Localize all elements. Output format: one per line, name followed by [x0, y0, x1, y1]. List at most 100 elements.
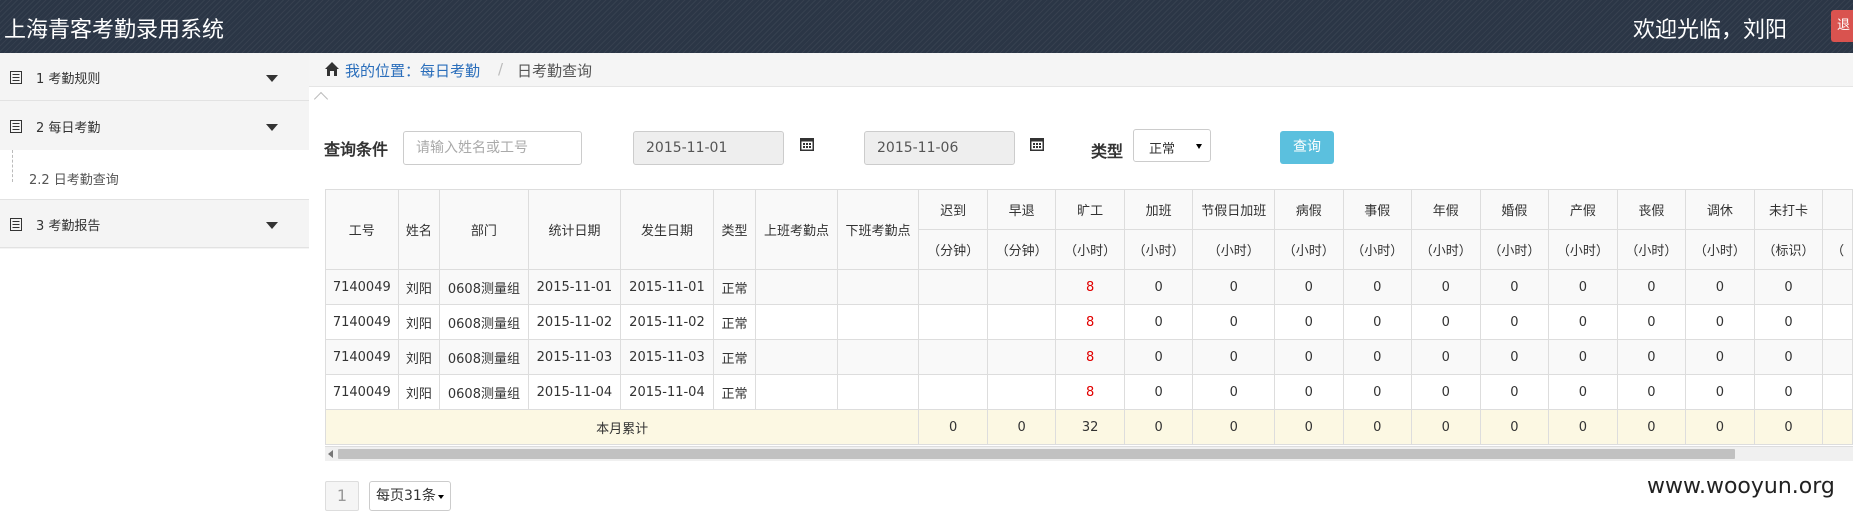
cell-stat: 8: [1055, 374, 1125, 410]
cell-stat: 0: [1411, 304, 1481, 340]
total-stat: [1822, 409, 1853, 445]
scroll-left-icon[interactable]: [328, 450, 333, 458]
cell-stat: 0: [1123, 374, 1194, 410]
cell-stat: 0: [1192, 269, 1275, 305]
total-stat: 0: [1548, 409, 1618, 445]
cell-stat: 8: [1055, 339, 1125, 375]
cell-stat: [1822, 269, 1853, 305]
cell-id: 7140049: [325, 339, 399, 375]
page-number-button[interactable]: 1: [325, 481, 359, 511]
cell-out-point: [836, 304, 920, 340]
tree-line: [12, 150, 14, 182]
column-unit: （标识）: [1753, 229, 1824, 270]
cell-name: 刘阳: [397, 339, 441, 375]
column-header: 丧假: [1616, 189, 1687, 230]
type-select[interactable]: 正常: [1133, 129, 1211, 162]
cell-stat: 0: [1479, 339, 1550, 375]
cell-stat: 0: [1273, 339, 1344, 375]
table-row: 7140049 刘阳 0608测量组 2015-11-04 2015-11-04 正常 8 0…: [325, 374, 1853, 410]
calendar-icon[interactable]: [1030, 137, 1044, 151]
column-unit: （小时）: [1342, 229, 1413, 270]
calendar-icon[interactable]: [800, 137, 814, 151]
cell-dept: 0608测量组: [439, 269, 529, 305]
column-unit: （分钟）: [918, 229, 988, 270]
cell-stat: 0: [1273, 304, 1344, 340]
scrollbar-thumb[interactable]: [338, 449, 1735, 459]
cell-stat: [918, 269, 988, 305]
total-stat: 0: [918, 409, 988, 445]
list-icon: [10, 71, 22, 84]
column-header: 发生日期: [620, 189, 714, 270]
page-size-select[interactable]: 每页31条: [369, 481, 451, 511]
cell-stat: 0: [1479, 304, 1550, 340]
breadcrumb-separator: /: [498, 60, 504, 78]
cell-type: 正常: [712, 374, 757, 410]
column-header: 统计日期: [527, 189, 622, 270]
sidebar-item-label: 1 考勤规则: [36, 72, 101, 87]
welcome-text: 欢迎光临，刘阳: [1632, 18, 1787, 43]
total-stat: 0: [1479, 409, 1550, 445]
cell-stat: 0: [1685, 339, 1755, 375]
cell-stat: 0: [1685, 374, 1755, 410]
sidebar-subitem-label: 2.2 日考勤查询: [29, 173, 119, 188]
cell-out-point: [836, 269, 920, 305]
total-stat: 0: [1192, 409, 1275, 445]
search-button[interactable]: 查询: [1280, 131, 1334, 164]
sidebar-item-daily-attendance[interactable]: 2 每日考勤: [0, 102, 309, 150]
cell-stat-date: 2015-11-04: [527, 374, 622, 410]
sidebar-item-attendance-report[interactable]: 3 考勤报告: [0, 200, 309, 248]
logout-button[interactable]: 退: [1831, 10, 1853, 42]
cell-stat: 0: [1753, 374, 1824, 410]
cell-stat: 0: [1411, 374, 1481, 410]
cell-stat: 0: [1342, 374, 1413, 410]
column-header: 事假: [1342, 189, 1413, 230]
name-search-input[interactable]: [403, 131, 582, 165]
column-header: 产假: [1548, 189, 1618, 230]
column-unit: （小时）: [1123, 229, 1194, 270]
date-from-input[interactable]: [633, 131, 784, 165]
caret-down-icon: [266, 222, 278, 229]
total-stat: 0: [1685, 409, 1755, 445]
cell-stat: [986, 304, 1057, 340]
total-stat: 0: [1616, 409, 1687, 445]
column-header: 未打卡: [1753, 189, 1824, 230]
cell-occur-date: 2015-11-01: [620, 269, 714, 305]
sidebar-subitem-daily-query[interactable]: 2.2 日考勤查询: [0, 150, 309, 200]
breadcrumb-link-daily-attendance[interactable]: 我的位置：每日考勤: [345, 60, 480, 81]
cell-dept: 0608测量组: [439, 304, 529, 340]
cell-occur-date: 2015-11-02: [620, 304, 714, 340]
cell-dept: 0608测量组: [439, 339, 529, 375]
sidebar: 1 考勤规则 2 每日考勤 2.2 日考勤查询 3 考勤报告: [0, 53, 309, 249]
attendance-table-wrapper: 工号 姓名 部门 统计日期 发生日期 类型 上班考勤点 下班考勤点 迟到 早退 旷工 加班 节假日加班病…: [325, 189, 1853, 446]
cell-stat: [986, 374, 1057, 410]
cell-stat: 0: [1548, 374, 1618, 410]
column-header: 早退: [986, 189, 1057, 230]
cell-stat: 0: [1753, 269, 1824, 305]
total-stat: 0: [1753, 409, 1824, 445]
cell-stat: 0: [1192, 374, 1275, 410]
date-to-input[interactable]: [864, 131, 1015, 165]
collapse-up-icon[interactable]: [313, 91, 329, 107]
column-header: 迟到: [918, 189, 988, 230]
column-unit: （小时）: [1548, 229, 1618, 270]
app-title[interactable]: 上海青客考勤录用系统: [4, 12, 224, 44]
horizontal-scrollbar[interactable]: [325, 446, 1853, 461]
total-stat: 0: [1411, 409, 1481, 445]
attendance-table: 工号 姓名 部门 统计日期 发生日期 类型 上班考勤点 下班考勤点 迟到 早退 旷工 加班 节假日加班病…: [325, 189, 1853, 445]
total-stat: 0: [986, 409, 1057, 445]
cell-stat: 0: [1753, 339, 1824, 375]
caret-down-icon: [266, 75, 278, 82]
table-header-row: 工号 姓名 部门 统计日期 发生日期 类型 上班考勤点 下班考勤点 迟到 早退 旷工 加班 节假日加班病…: [325, 189, 1853, 270]
table-row: 7140049 刘阳 0608测量组 2015-11-01 2015-11-01 正常 8 0…: [325, 269, 1853, 305]
column-unit: （小时）: [1479, 229, 1550, 270]
type-label: 类型: [1091, 142, 1124, 161]
sidebar-item-attendance-rules[interactable]: 1 考勤规则: [0, 53, 309, 101]
cell-stat: [986, 269, 1057, 305]
cell-out-point: [836, 374, 920, 410]
cell-stat: [918, 374, 988, 410]
cell-stat: 0: [1685, 304, 1755, 340]
cell-in-point: [755, 269, 838, 305]
cell-stat: [1822, 374, 1853, 410]
cell-stat: 0: [1342, 304, 1413, 340]
cell-stat: 8: [1055, 304, 1125, 340]
